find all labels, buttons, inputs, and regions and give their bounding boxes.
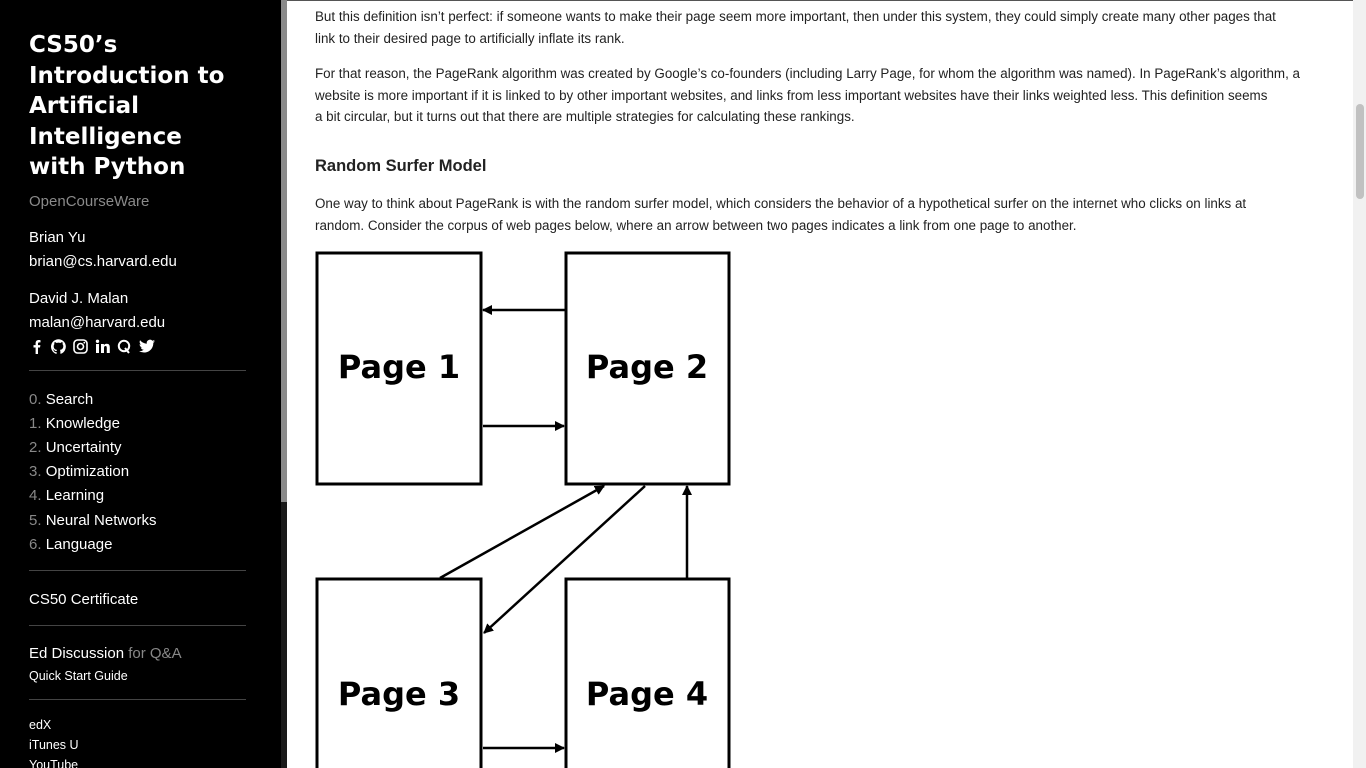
page-node-4: Page 4: [564, 577, 731, 768]
paragraph-definition: But this definition isn’t perfect: if so…: [315, 6, 1325, 49]
paragraph-random-surfer: One way to think about PageRank is with …: [315, 193, 1325, 236]
platform-link-itunes-u[interactable]: iTunes U: [29, 735, 246, 755]
github-icon[interactable]: [50, 339, 66, 354]
instructor-email-link[interactable]: brian@cs.harvard.edu: [29, 250, 246, 274]
lecture-number: 5.: [29, 511, 42, 529]
lecture-label: Search: [45, 390, 94, 408]
ed-discussion-row: Ed Discussion for Q&A: [29, 642, 246, 666]
lecture-label: Language: [45, 535, 113, 553]
lecture-link-search[interactable]: 0. Search: [29, 388, 246, 412]
page-node-3: Page 3: [315, 577, 483, 768]
page-label: Page 4: [586, 675, 708, 713]
sidebar-divider: [29, 698, 246, 700]
paragraph-line: But this definition isn’t perfect: if so…: [315, 9, 1276, 24]
opencourseware-label[interactable]: OpenCourseWare: [29, 193, 246, 210]
paragraph-line: a bit circular, but it turns out that th…: [315, 109, 855, 125]
lecture-label: Neural Networks: [45, 511, 157, 529]
page-label: Page 3: [338, 675, 460, 713]
linkedin-icon[interactable]: [95, 339, 110, 354]
pagerank-corpus-diagram: Page 1 Page 2 Page 3 Page 4: [315, 251, 731, 768]
lecture-number: 0.: [29, 390, 42, 408]
paragraph-line: For that reason, the PageRank algorithm …: [315, 66, 1300, 81]
twitter-icon[interactable]: [139, 339, 155, 354]
instructor-name: Brian Yu: [29, 228, 86, 246]
paragraph-line: link to their desired page to artificial…: [315, 30, 625, 46]
instructor-david: David J. Malan malan@harvard.edu: [29, 287, 246, 335]
lecture-number: 1.: [29, 414, 42, 432]
lecture-link-uncertainty[interactable]: 2. Uncertainty: [29, 436, 246, 460]
lecture-link-optimization[interactable]: 3. Optimization: [29, 460, 246, 484]
instagram-icon[interactable]: [73, 339, 88, 354]
lecture-link-learning[interactable]: 4. Learning: [29, 484, 246, 508]
page-node-1: Page 1: [315, 251, 483, 486]
lecture-number: 6.: [29, 535, 42, 553]
instructor-brian: Brian Yu brian@cs.harvard.edu: [29, 226, 246, 274]
lecture-link-knowledge[interactable]: 1. Knowledge: [29, 412, 246, 436]
lecture-label: Uncertainty: [45, 438, 122, 456]
quick-start-guide-link[interactable]: Quick Start Guide: [29, 666, 246, 686]
sidebar-content: CS50’s Introduction to Artificial Intell…: [29, 30, 246, 768]
social-links: [29, 338, 246, 356]
page-label: Page 2: [586, 348, 708, 386]
course-title[interactable]: CS50’s Introduction to Artificial Intell…: [29, 30, 246, 183]
lecture-number: 2.: [29, 438, 42, 456]
page-label: Page 1: [338, 348, 460, 386]
ed-discussion-suffix: for Q&A: [128, 644, 182, 662]
lecture-label: Optimization: [45, 463, 130, 481]
lecture-number: 4.: [29, 487, 42, 505]
paragraph-pagerank: For that reason, the PageRank algorithm …: [315, 63, 1325, 128]
instructor-email-link[interactable]: malan@harvard.edu: [29, 311, 246, 335]
platform-link-youtube[interactable]: YouTube: [29, 755, 246, 768]
link-arrow-page3-to-page2: [439, 484, 605, 580]
ed-discussion-link[interactable]: Ed Discussion: [29, 645, 124, 662]
cs50-certificate-link[interactable]: CS50 Certificate: [29, 588, 246, 612]
paragraph-line: website is more important if it is linke…: [315, 87, 1268, 103]
sidebar: CS50’s Introduction to Artificial Intell…: [0, 0, 287, 768]
paragraph-line: random. Consider the corpus of web pages…: [315, 217, 1077, 233]
lecture-label: Learning: [45, 487, 105, 505]
platform-links: edX iTunes U YouTube: [29, 715, 246, 768]
lecture-number: 3.: [29, 463, 42, 481]
facebook-icon[interactable]: [29, 339, 44, 354]
sidebar-divider: [29, 569, 246, 571]
lecture-list: 0. Search 1. Knowledge 2. Uncertainty 3.…: [29, 388, 246, 557]
section-heading: Random Surfer Model: [315, 157, 487, 175]
quora-icon[interactable]: [117, 339, 132, 354]
platform-link-edx[interactable]: edX: [29, 715, 246, 735]
lecture-label: Knowledge: [45, 414, 120, 432]
sidebar-divider: [29, 369, 246, 371]
top-border: [287, 0, 1366, 1]
sidebar-scrollbar-thumb[interactable]: [281, 0, 287, 502]
sidebar-divider: [29, 624, 246, 626]
lecture-link-language[interactable]: 6. Language: [29, 533, 246, 557]
instructor-name: David J. Malan: [29, 289, 129, 307]
page-scrollbar-thumb[interactable]: [1356, 104, 1364, 199]
lecture-link-neural-networks[interactable]: 5. Neural Networks: [29, 509, 246, 533]
paragraph-line: One way to think about PageRank is with …: [315, 196, 1247, 211]
page-node-2: Page 2: [564, 251, 731, 486]
